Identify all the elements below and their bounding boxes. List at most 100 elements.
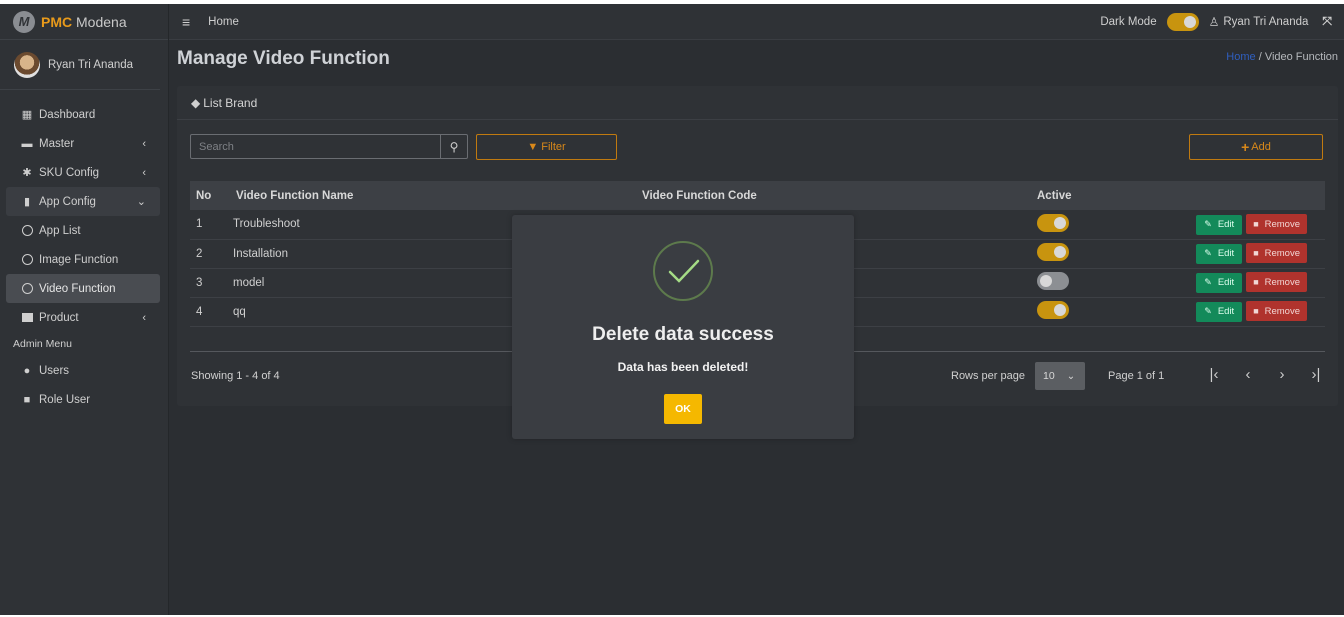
sidebar-item-image-function[interactable]: Image Function [6,245,160,274]
cell-active [1037,239,1177,269]
header-name: Video Function Name [236,189,354,202]
chevron-left-icon: ‹ [142,137,146,150]
briefcase-icon [19,313,35,322]
edit-button[interactable]: ✎ Edit [1196,301,1243,322]
active-toggle[interactable] [1037,301,1069,319]
edit-button[interactable]: ✎ Edit [1196,214,1243,235]
active-toggle[interactable] [1037,272,1069,290]
grid-icon: ▦ [21,109,33,121]
topbar: ≡ Home Dark Mode ♙ Ryan Tri Ananda ⤧ [169,4,1344,40]
trash-icon: ■ [1253,306,1259,317]
active-toggle[interactable] [1037,213,1069,232]
cell-actions: ✎ Edit ■ Remove [1177,210,1325,240]
menu-icon[interactable]: ≡ [182,14,190,30]
fullscreen-icon[interactable]: ⤧ [1322,14,1332,29]
card-title: List Brand [203,95,258,110]
sidebar-item-product[interactable]: Product ‹ [6,303,160,332]
dark-mode-label: Dark Mode [1100,15,1157,28]
edit-icon: ✎ [1204,248,1212,259]
first-page-icon[interactable]: |‹ [1197,366,1231,383]
add-button[interactable]: + Add [1189,134,1323,160]
rows-per-page-label: Rows per page [951,370,1025,382]
sidebar-user-panel[interactable]: Ryan Tri Ananda [0,40,160,90]
cell-no: 4 [190,297,230,327]
table-header-row: No Video Function Name Video Function Co… [190,181,1325,210]
app-frame: M PMC Modena Ryan Tri Ananda ▦ Dashboard… [0,4,1344,615]
chevron-down-icon: ⌄ [136,196,146,208]
filter-icon: ▼ [527,141,539,153]
cell-active [1037,297,1177,327]
ok-button[interactable]: OK [664,394,702,424]
users-icon: ● [23,364,31,377]
sidebar-item-app-list[interactable]: App List [6,216,160,245]
prev-page-icon[interactable]: ‹ [1231,366,1265,383]
sidebar-item-sku-config[interactable]: ✱ SKU Config ‹ [6,158,160,187]
brand-logo-icon: M [13,10,35,33]
edit-button[interactable]: ✎ Edit [1196,243,1243,264]
edit-button[interactable]: ✎ Edit [1196,272,1243,293]
header-code: Video Function Code [642,189,757,202]
dark-mode-toggle[interactable] [1166,12,1199,31]
remove-button[interactable]: ■ Remove [1246,272,1307,293]
avatar [14,51,40,78]
chevron-left-icon: ‹ [142,166,146,179]
chevron-left-icon: ‹ [142,311,146,324]
breadcrumb-home-link[interactable]: Home [1226,51,1255,63]
circle-icon [19,254,35,265]
lock-icon: ■ [23,393,31,406]
brand-name: PMC Modena [41,13,127,30]
sidebar-item-app-config[interactable]: ▮ App Config ⌄ [6,187,160,216]
remove-button[interactable]: ■ Remove [1246,301,1307,322]
last-page-icon[interactable]: ›| [1299,366,1333,383]
sidebar-user-name: Ryan Tri Ananda [48,58,134,71]
sidebar-item-video-function[interactable]: Video Function [6,274,160,303]
brand[interactable]: M PMC Modena [0,4,168,40]
header-active: Active [1037,189,1072,202]
card-header: ◆ List Brand [177,86,1338,120]
header-no: No [196,189,212,202]
trash-icon: ■ [1253,277,1259,288]
cell-active [1037,210,1177,240]
cell-actions: ✎ Edit ■ Remove [1177,297,1325,327]
cell-active [1037,268,1177,298]
success-modal: Delete data success Data has been delete… [512,215,854,439]
chevron-down-icon: ⌄ [1066,370,1076,382]
page-title: Manage Video Function [177,48,390,69]
filter-button[interactable]: ▼ Filter [476,134,617,160]
header-actions [1177,181,1325,210]
modal-message: Data has been deleted! [617,360,749,374]
search-input[interactable] [191,135,440,158]
plus-icon: + [1241,139,1250,155]
sidebar: M PMC Modena Ryan Tri Ananda ▦ Dashboard… [0,4,169,615]
trash-icon: ■ [1253,248,1259,259]
next-page-icon[interactable]: › [1265,366,1299,383]
page-indicator: Page 1 of 1 [1108,370,1165,382]
sidebar-header-admin: Admin Menu [13,338,72,350]
pagination: |‹ ‹ › ›| [1197,366,1333,383]
success-check-icon [653,241,713,301]
cell-no: 2 [190,239,230,269]
remove-button[interactable]: ■ Remove [1246,243,1307,264]
remove-button[interactable]: ■ Remove [1246,214,1307,234]
gear-icon: ✱ [22,167,32,179]
sidebar-item-users[interactable]: ● Users [6,356,160,385]
topbar-right: Dark Mode ♙ Ryan Tri Ananda ⤧ [1100,12,1344,31]
topbar-home-link[interactable]: Home [208,16,239,28]
mobile-icon: ▮ [23,196,31,208]
edit-icon: ✎ [1204,306,1212,317]
sidebar-item-dashboard[interactable]: ▦ Dashboard [6,100,160,129]
car-icon: ▬ [21,137,33,150]
breadcrumb: Home / Video Function [1226,51,1338,63]
cell-actions: ✎ Edit ■ Remove [1177,268,1325,298]
edit-icon: ✎ [1204,277,1212,288]
sidebar-item-master[interactable]: ▬ Master ‹ [6,129,160,158]
cell-actions: ✎ Edit ■ Remove [1177,239,1325,269]
showing-count: Showing 1 - 4 of 4 [191,370,280,382]
active-toggle[interactable] [1037,243,1069,261]
modal-title: Delete data success [592,324,774,345]
rows-per-page-select[interactable]: 10 ⌄ [1035,362,1085,390]
search-box: ⚲ [190,134,468,159]
sidebar-item-role-user[interactable]: ■ Role User [6,385,160,414]
search-icon[interactable]: ⚲ [440,135,467,158]
topbar-user-name[interactable]: Ryan Tri Ananda [1223,16,1308,28]
